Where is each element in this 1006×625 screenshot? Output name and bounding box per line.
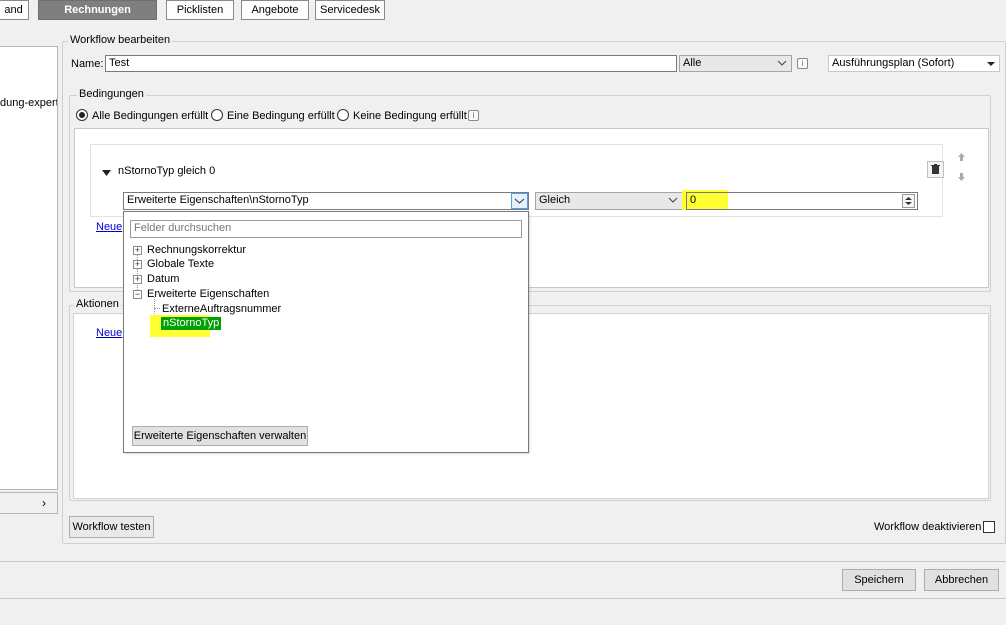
tab-picklisten[interactable]: Picklisten: [166, 0, 234, 20]
conditions-info-icon[interactable]: i: [468, 110, 479, 121]
manage-properties-button[interactable]: Erweiterte Eigenschaften verwalten: [132, 426, 308, 446]
operator-select[interactable]: Gleich: [535, 192, 683, 210]
execution-plan-select[interactable]: Ausführungsplan (Sofort): [828, 55, 1000, 72]
operator-select-value: Gleich: [539, 194, 571, 206]
chevron-down-icon: [777, 57, 787, 73]
left-scrollbar[interactable]: ›: [0, 492, 58, 514]
radio-one-condition[interactable]: [211, 109, 223, 121]
value-spinner[interactable]: [902, 194, 915, 208]
name-label: Name:: [71, 58, 104, 70]
actions-title: Aktionen: [74, 298, 121, 310]
info-icon[interactable]: i: [797, 58, 808, 69]
collapse-icon[interactable]: −: [133, 290, 142, 299]
new-condition-link[interactable]: Neue: [96, 221, 122, 233]
cancel-button[interactable]: Abbrechen: [924, 569, 999, 591]
tree-item-datum[interactable]: Datum: [147, 273, 179, 285]
trash-icon[interactable]: [927, 161, 944, 178]
arrow-down-icon[interactable]: [957, 172, 966, 185]
tree-item-rechnungskorrektur[interactable]: Rechnungskorrektur: [147, 244, 246, 256]
scope-select[interactable]: Alle: [679, 55, 792, 72]
field-select-value: Erweiterte Eigenschaften\nStornoTyp: [127, 194, 309, 206]
field-search-placeholder: Felder durchsuchen: [134, 222, 232, 234]
arrow-up-icon[interactable]: [957, 152, 966, 165]
tree-item-erweiterte-eigenschaften[interactable]: Erweiterte Eigenschaften: [147, 288, 269, 300]
test-workflow-button[interactable]: Workflow testen: [69, 516, 154, 538]
radio-one-label: Eine Bedingung erfüllt: [227, 110, 335, 122]
tab-and[interactable]: and: [0, 0, 29, 20]
chevron-down-icon: [668, 194, 678, 210]
workflow-list[interactable]: dung-expert: [0, 46, 58, 490]
footer-divider: [0, 561, 1006, 562]
radio-none-label: Keine Bedingung erfüllt: [353, 110, 467, 122]
deactivate-label: Workflow deaktivieren: [874, 521, 982, 533]
conditions-title: Bedingungen: [77, 88, 146, 100]
radio-all-label: Alle Bedingungen erfüllt: [92, 110, 209, 122]
deactivate-checkbox[interactable]: [983, 521, 995, 533]
field-search-input[interactable]: Felder durchsuchen: [130, 220, 522, 238]
execution-plan-value: Ausführungsplan (Sofort): [832, 57, 955, 69]
tree-item-externe-auftragsnummer[interactable]: ExterneAuftragsnummer: [162, 303, 281, 315]
bottom-divider: [0, 598, 1006, 599]
tree-item-globale-texte[interactable]: Globale Texte: [147, 258, 214, 270]
field-select-chevron-icon[interactable]: [511, 193, 528, 209]
tree-item-nstornotyp[interactable]: nStornoTyp: [161, 317, 222, 330]
scroll-right-icon[interactable]: ›: [42, 496, 46, 510]
value-input-text: 0: [690, 194, 697, 206]
tab-rechnungen[interactable]: Rechnungen: [38, 0, 157, 20]
name-input[interactable]: Test: [105, 55, 677, 72]
tab-servicedesk[interactable]: Servicedesk: [315, 0, 385, 20]
condition-rule-title: nStornoTyp gleich 0: [118, 165, 216, 177]
workflow-edit-title: Workflow bearbeiten: [68, 34, 173, 46]
triangle-down-icon[interactable]: [102, 168, 111, 180]
expand-icon[interactable]: +: [133, 275, 142, 284]
workflow-list-item[interactable]: dung-expert: [0, 97, 57, 109]
dropdown-arrow-icon: [987, 59, 995, 72]
radio-no-condition[interactable]: [337, 109, 349, 121]
radio-all-conditions[interactable]: [76, 109, 88, 121]
field-select[interactable]: Erweiterte Eigenschaften\nStornoTyp: [123, 192, 529, 210]
save-button[interactable]: Speichern: [842, 569, 916, 591]
field-dropdown-popup: Felder durchsuchen + Rechnungskorrektur …: [123, 211, 529, 453]
scope-select-value: Alle: [683, 57, 702, 69]
value-input[interactable]: 0: [686, 192, 918, 210]
tab-angebote[interactable]: Angebote: [241, 0, 309, 20]
new-action-link[interactable]: Neue: [96, 327, 122, 339]
expand-icon[interactable]: +: [133, 246, 142, 255]
expand-icon[interactable]: +: [133, 260, 142, 269]
